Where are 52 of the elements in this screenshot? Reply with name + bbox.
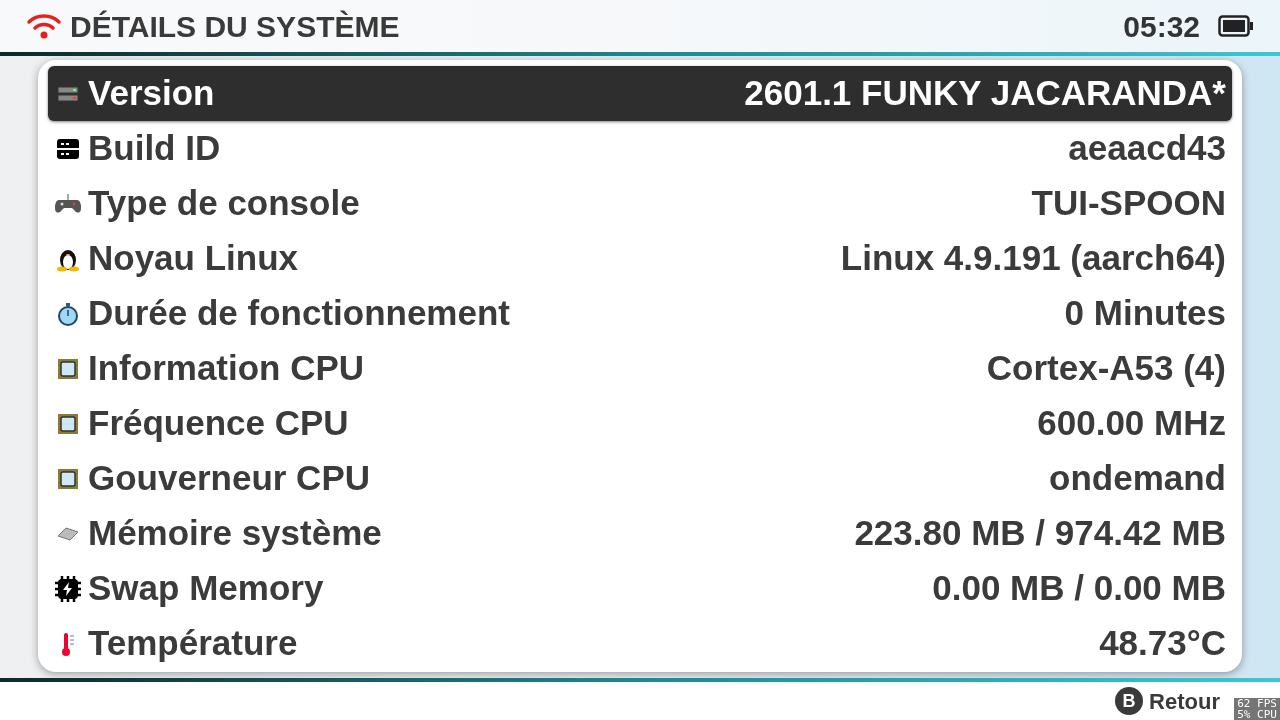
b-button-glyph: B <box>1115 687 1144 715</box>
info-label: Build ID <box>88 127 222 170</box>
info-row[interactable]: Swap Memory 0.00 MB / 0.00 MB <box>48 561 1232 616</box>
thermometer-icon <box>60 630 76 657</box>
info-row[interactable]: Build ID aeaacd43 <box>48 121 1232 176</box>
info-row[interactable]: Type de console TUI-SPOON <box>48 176 1232 231</box>
info-row[interactable]: Durée de fonctionnement 0 Minutes <box>48 286 1232 341</box>
chip-icon <box>57 412 79 435</box>
info-row[interactable]: Fréquence CPU 600.00 MHz <box>48 396 1232 451</box>
clock-time: 05:32 <box>1123 8 1200 45</box>
info-label: Information CPU <box>88 347 366 390</box>
back-button[interactable]: B Retour <box>1115 684 1220 718</box>
fps-reading: 62 FPS <box>1237 698 1277 709</box>
info-label: Température <box>88 622 299 665</box>
info-value: 223.80 MB / 974.42 MB <box>854 512 1227 555</box>
info-row[interactable]: Information CPU Cortex-A53 (4) <box>48 341 1232 396</box>
battery-icon <box>1218 15 1254 37</box>
stopwatch-icon <box>57 301 79 326</box>
memory-chip-icon <box>56 525 80 542</box>
info-value: TUI-SPOON <box>1031 182 1227 225</box>
chip-icon <box>57 467 79 490</box>
info-label: Type de console <box>88 182 361 225</box>
info-label: Durée de fonctionnement <box>88 292 511 335</box>
chip-icon <box>57 357 79 380</box>
wifi-icon <box>26 13 62 39</box>
info-label: Noyau Linux <box>88 237 300 280</box>
back-label: Retour <box>1149 687 1220 716</box>
info-value: Cortex-A53 (4) <box>986 347 1227 390</box>
screen-title: DÉTAILS DU SYSTÈME <box>70 8 401 45</box>
cpu-reading: 5% CPU <box>1237 709 1277 720</box>
info-row[interactable]: Mémoire système 223.80 MB / 974.42 MB <box>48 506 1232 561</box>
info-value: ondemand <box>1049 457 1227 500</box>
gamepad-icon <box>54 192 82 215</box>
info-row[interactable]: Version 2601.1 FUNKY JACARANDA* <box>48 66 1232 121</box>
info-value: 2601.1 FUNKY JACARANDA* <box>744 72 1227 115</box>
info-label: Version <box>88 72 216 115</box>
info-row[interactable]: Température 48.73°C <box>48 616 1232 671</box>
server-icon <box>57 85 79 102</box>
info-value: Linux 4.9.191 (aarch64) <box>840 237 1227 280</box>
processor-bolt-icon <box>54 574 82 603</box>
info-label: Fréquence CPU <box>88 402 350 445</box>
info-value: 0 Minutes <box>1064 292 1227 335</box>
drive-icon <box>56 136 80 161</box>
info-value: aeaacd43 <box>1068 127 1227 170</box>
info-row[interactable]: Gouverneur CPU ondemand <box>48 451 1232 506</box>
info-label: Gouverneur CPU <box>88 457 371 500</box>
info-row[interactable]: Noyau Linux Linux 4.9.191 (aarch64) <box>48 231 1232 286</box>
info-value: 48.73°C <box>1099 622 1227 665</box>
info-label: Swap Memory <box>88 567 325 610</box>
info-value: 600.00 MHz <box>1037 402 1227 445</box>
info-label: Mémoire système <box>88 512 383 555</box>
info-value: 0.00 MB / 0.00 MB <box>932 567 1227 610</box>
